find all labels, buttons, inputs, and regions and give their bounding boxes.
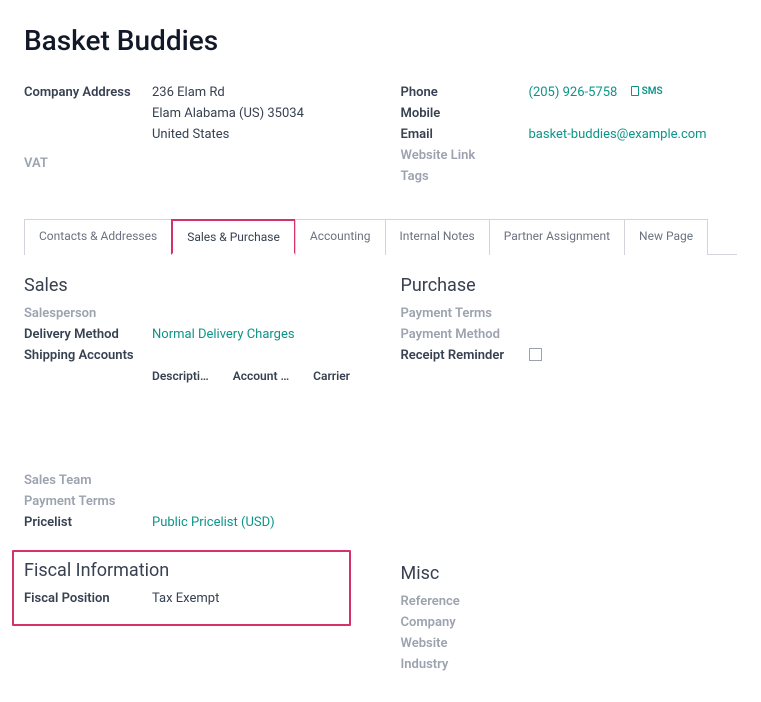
- delivery-method-value[interactable]: Normal Delivery Charges: [152, 327, 295, 342]
- sms-button[interactable]: SMS: [631, 86, 663, 97]
- industry-label: Industry: [401, 657, 529, 672]
- phone-value[interactable]: (205) 926-5758: [529, 85, 618, 100]
- tab-bar: Contacts & Addresses Sales & Purchase Ac…: [24, 218, 737, 255]
- page-title: Basket Buddies: [24, 24, 737, 57]
- address-line2: Elam Alabama (US) 35034: [152, 106, 361, 121]
- delivery-method-label: Delivery Method: [24, 327, 152, 342]
- purchase-payment-terms-label: Payment Terms: [401, 306, 529, 321]
- tab-new-page[interactable]: New Page: [624, 219, 708, 255]
- address-line3: United States: [152, 127, 361, 142]
- sales-heading: Sales: [24, 275, 361, 296]
- mobile-label: Mobile: [401, 106, 529, 121]
- shipping-table-header: Descripti… Account … Carrier: [152, 369, 361, 383]
- fiscal-highlight: Fiscal Information Fiscal Position Tax E…: [12, 550, 351, 626]
- tab-partner-assignment[interactable]: Partner Assignment: [489, 219, 625, 255]
- email-label: Email: [401, 127, 529, 142]
- sms-label: SMS: [642, 86, 663, 97]
- purchase-payment-method-label: Payment Method: [401, 327, 529, 342]
- email-value[interactable]: basket-buddies@example.com: [529, 127, 707, 142]
- shipping-accounts-label: Shipping Accounts: [24, 348, 152, 363]
- mobile-icon: [631, 86, 639, 96]
- header-info: Company Address 236 Elam Rd Elam Alabama…: [24, 85, 737, 190]
- receipt-reminder-checkbox[interactable]: [529, 348, 542, 361]
- pricelist-value[interactable]: Public Pricelist (USD): [152, 515, 275, 530]
- fiscal-position-value: Tax Exempt: [152, 591, 219, 606]
- purchase-heading: Purchase: [401, 275, 738, 296]
- vat-label: VAT: [24, 156, 152, 171]
- col-carrier: Carrier: [313, 369, 350, 383]
- company-address-label: Company Address: [24, 85, 152, 100]
- misc-website-label: Website: [401, 636, 529, 651]
- payment-terms-label: Payment Terms: [24, 494, 152, 509]
- fiscal-heading: Fiscal Information: [24, 560, 339, 581]
- tags-label: Tags: [401, 169, 529, 184]
- col-description: Descripti…: [152, 369, 209, 383]
- tab-internal-notes[interactable]: Internal Notes: [385, 219, 490, 255]
- sales-team-label: Sales Team: [24, 473, 152, 488]
- reference-label: Reference: [401, 594, 529, 609]
- phone-label: Phone: [401, 85, 529, 100]
- col-account: Account …: [233, 369, 289, 383]
- website-link-label: Website Link: [401, 148, 529, 163]
- receipt-reminder-label: Receipt Reminder: [401, 348, 529, 363]
- tab-sales-purchase[interactable]: Sales & Purchase: [171, 219, 296, 255]
- pricelist-label: Pricelist: [24, 515, 152, 530]
- misc-heading: Misc: [401, 563, 738, 584]
- tab-content: Sales Salesperson Delivery Method Normal…: [24, 275, 737, 678]
- tab-contacts[interactable]: Contacts & Addresses: [24, 219, 172, 255]
- tab-accounting[interactable]: Accounting: [295, 219, 386, 255]
- fiscal-position-label: Fiscal Position: [24, 591, 152, 606]
- company-label: Company: [401, 615, 529, 630]
- address-line1: 236 Elam Rd: [152, 85, 361, 100]
- salesperson-label: Salesperson: [24, 306, 152, 321]
